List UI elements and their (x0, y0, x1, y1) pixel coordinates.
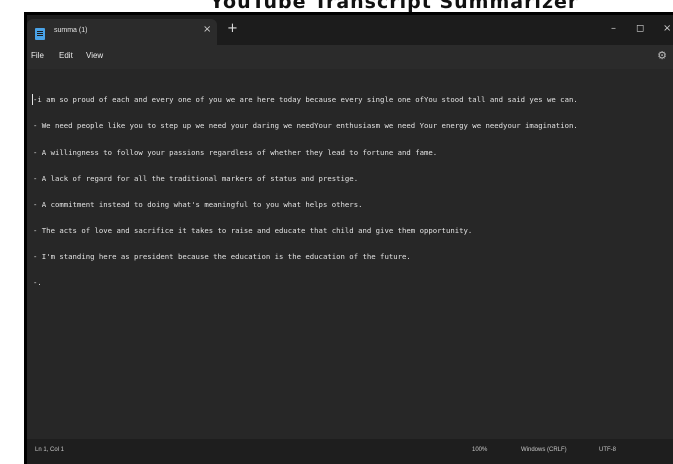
notepad-window: summa (1) × + – ◻ × File Edit View ⚙ -i … (24, 12, 673, 464)
zoom-level[interactable]: 100% (472, 447, 487, 453)
menu-file[interactable]: File (31, 51, 44, 60)
gear-icon[interactable]: ⚙ (657, 49, 667, 62)
menu-edit[interactable]: Edit (59, 51, 73, 60)
editor-line: - We need people like you to step up we … (33, 121, 578, 130)
editor-line: - A commitment instead to doing what's m… (33, 200, 363, 209)
editor-line: -. (33, 278, 42, 287)
editor-line: -i am so proud of each and every one of … (33, 95, 578, 104)
minimize-button[interactable]: – (611, 23, 616, 34)
notepad-app-icon (35, 28, 45, 40)
background-title: YouTube Transcript Summarizer (210, 0, 579, 13)
line-ending[interactable]: Windows (CRLF) (521, 447, 567, 453)
status-bar: Ln 1, Col 1 100% Windows (CRLF) UTF-8 (27, 439, 673, 464)
close-icon[interactable]: × (203, 24, 211, 35)
text-editor[interactable]: -i am so proud of each and every one of … (27, 69, 673, 442)
new-tab-button[interactable]: + (227, 21, 238, 36)
maximize-button[interactable]: ◻ (636, 23, 644, 34)
title-bar[interactable]: summa (1) × + – ◻ × (27, 15, 673, 45)
encoding[interactable]: UTF-8 (599, 447, 616, 453)
editor-line: - The acts of love and sacrifice it take… (33, 226, 473, 235)
tab-summa[interactable]: summa (1) × (27, 19, 217, 45)
tab-title: summa (1) (54, 27, 88, 34)
editor-line: - I'm standing here as president because… (33, 252, 411, 261)
menu-view[interactable]: View (86, 51, 103, 60)
editor-line: - A willingness to follow your passions … (33, 148, 438, 157)
menu-bar: File Edit View ⚙ (27, 45, 673, 69)
editor-line: - A lack of regard for all the tradition… (33, 174, 359, 183)
cursor-position[interactable]: Ln 1, Col 1 (35, 447, 64, 453)
close-window-button[interactable]: × (663, 23, 671, 34)
